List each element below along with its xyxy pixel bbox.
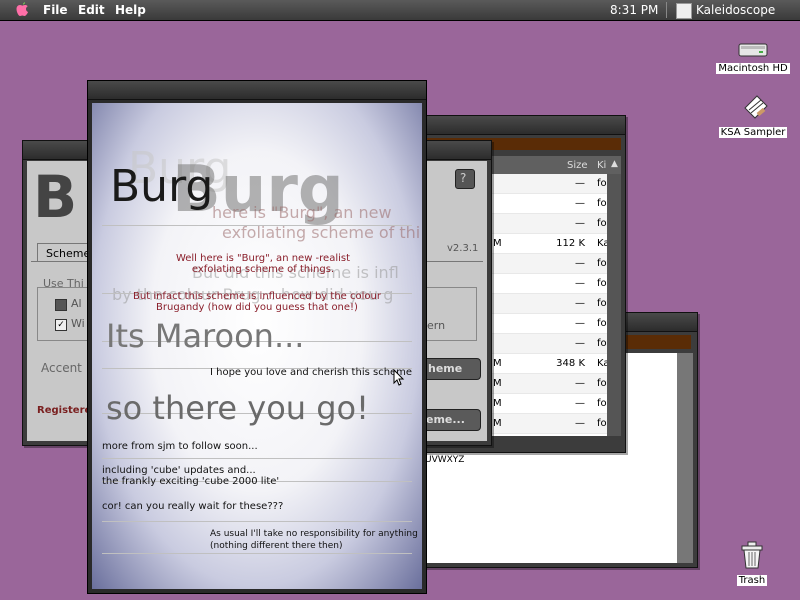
scheme-splash-window[interactable]: Burg Burg here is "Burg", an new exfolia… [87, 80, 427, 594]
file-kind-cell: fol [597, 258, 607, 269]
application-icon[interactable] [676, 3, 692, 19]
file-kind-cell: fol [597, 198, 607, 209]
column-header-kind[interactable]: Ki [597, 160, 606, 171]
file-size-cell: — [575, 278, 585, 289]
menu-divider [666, 2, 667, 18]
menu-edit[interactable]: Edit [78, 3, 105, 17]
scheme-picker-label: eme... [426, 413, 465, 426]
desktop-icon-macintosh-hd[interactable]: Macintosh HD [716, 40, 790, 74]
desktop-icon-ksa-sampler[interactable]: KSA Sampler [716, 94, 790, 138]
divider-line [102, 553, 412, 554]
checkbox-all-label: Al [71, 297, 82, 310]
file-kind-cell: fol [597, 378, 607, 389]
maroon-heading: Its Maroon... [106, 317, 305, 355]
file-kind-cell: fol [597, 298, 607, 309]
file-kind-cell: fol [597, 398, 607, 409]
scrollbar[interactable] [607, 174, 621, 436]
file-name-cell: M [493, 418, 502, 429]
file-name-cell: M [493, 238, 502, 249]
file-size-cell: 112 K [556, 238, 585, 249]
file-size-cell: — [575, 178, 585, 189]
file-kind-cell: fol [597, 278, 607, 289]
file-size-cell: — [575, 418, 585, 429]
file-size-cell: — [575, 378, 585, 389]
love-text: I hope you love and cherish this scheme [210, 367, 413, 378]
desktop-icon-trash[interactable]: Trash [726, 540, 778, 586]
cube2-text: the frankly exciting 'cube 2000 lite' [102, 476, 280, 487]
there-heading: so there you go! [106, 389, 369, 427]
influence-text: But infact this scheme is influenced by … [133, 291, 381, 313]
tab-label: Scheme [46, 247, 91, 260]
desktop-icon-label: KSA Sampler [718, 127, 788, 138]
file-name-cell: M [493, 398, 502, 409]
checkbox-with[interactable]: ✓ [55, 319, 67, 331]
document-icon [744, 95, 768, 119]
pattern-label: ern [427, 319, 446, 332]
divider-line [102, 458, 412, 459]
column-header-size[interactable]: Size [567, 160, 588, 171]
checkbox-all[interactable] [55, 299, 67, 311]
application-menu[interactable]: Kaleidoscope [696, 3, 775, 17]
desktop-icon-label: Macintosh HD [716, 63, 790, 74]
disclaimer-line-2: (nothing different there then) [210, 541, 343, 551]
file-size-cell: — [575, 198, 585, 209]
divider-line [102, 225, 412, 226]
file-size-cell: — [575, 338, 585, 349]
help-button[interactable]: ? [455, 169, 475, 189]
mouse-cursor-icon [393, 369, 405, 386]
menu-bar: File Edit Help 8:31 PM Kaleidoscope [0, 0, 800, 21]
desktop-icon-label: Trash [736, 575, 768, 586]
trash-icon [741, 541, 763, 569]
hard-disk-icon [738, 43, 768, 57]
file-size-cell: — [575, 298, 585, 309]
menu-clock[interactable]: 8:31 PM [610, 3, 658, 17]
scheme-picker-button[interactable]: eme... [421, 409, 481, 431]
splash-card: Burg Burg here is "Burg", an new exfolia… [92, 103, 422, 589]
sort-direction-icon[interactable]: ▲ [611, 159, 618, 169]
window-titlebar[interactable] [88, 81, 426, 100]
file-kind-cell: Ka [597, 238, 607, 249]
file-name-cell: M [493, 358, 502, 369]
alphabet-text: UVWXYZ [425, 455, 465, 465]
scrollbar[interactable] [677, 353, 693, 563]
cube-text: including 'cube' updates and... [102, 465, 256, 476]
version-label: v2.3.1 [447, 243, 479, 254]
help-icon: ? [460, 171, 467, 185]
splash-title: Burg [110, 161, 214, 212]
cor-text: cor! can you really wait for these??? [102, 501, 284, 512]
window-titlebar[interactable] [421, 116, 625, 135]
ghost-line-1: here is "Burg", an new [212, 203, 392, 222]
menu-file[interactable]: File [43, 3, 68, 17]
file-size-cell: — [575, 318, 585, 329]
panel-logo-letter: B [33, 163, 78, 231]
more-text: more from sjm to follow soon... [102, 441, 258, 452]
accent-label: Accent [41, 361, 82, 375]
intro-text: Well here is "Burg", an new -realist exf… [175, 253, 351, 275]
file-kind-cell: fol [597, 338, 607, 349]
file-kind-cell: fol [597, 418, 607, 429]
file-kind-cell: fol [597, 178, 607, 189]
divider-line [102, 521, 412, 522]
file-kind-cell: Ka [597, 358, 607, 369]
file-size-cell: — [575, 258, 585, 269]
scheme-button-label: heme [428, 362, 463, 375]
apple-menu-icon[interactable] [16, 2, 29, 17]
file-size-cell: — [575, 398, 585, 409]
file-size-cell: — [575, 218, 585, 229]
registered-label: Registere [37, 405, 92, 416]
disclaimer-line-1: As usual I'll take no responsibility for… [210, 529, 418, 539]
checkbox-with-label: Wi [71, 317, 85, 330]
file-name-cell: M [493, 378, 502, 389]
file-kind-cell: fol [597, 318, 607, 329]
menu-help[interactable]: Help [115, 3, 146, 17]
scheme-button[interactable]: heme [421, 358, 481, 380]
file-size-cell: 348 K [556, 358, 585, 369]
file-kind-cell: fol [597, 218, 607, 229]
